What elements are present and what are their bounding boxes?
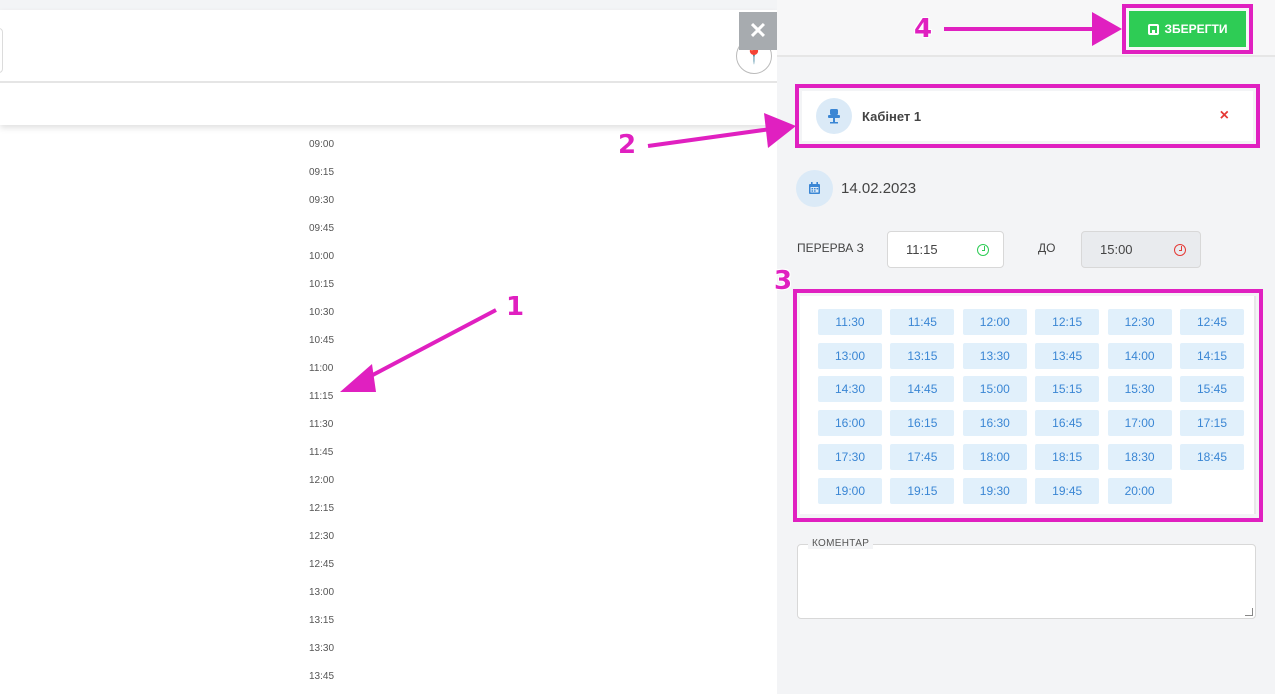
time-label: 10:30 (309, 307, 335, 318)
time-slot-button[interactable]: 14:15 (1180, 342, 1244, 369)
annotation-number-2: 2 (618, 130, 637, 160)
comment-field[interactable]: КОМЕНТАР (797, 538, 1256, 619)
time-slot-button[interactable]: 16:00 (818, 410, 882, 437)
annotation-number-4: 4 (914, 14, 933, 44)
time-slot-button[interactable]: 12:45 (1180, 309, 1244, 335)
time-label: 10:45 (309, 335, 335, 346)
annotation-number-3: 3 (774, 266, 793, 296)
time-label: 13:30 (309, 643, 335, 654)
break-to-label: ДО (1038, 241, 1056, 255)
close-panel-button[interactable]: ✕ (739, 12, 777, 50)
time-label: 11:30 (309, 419, 334, 430)
schedule-area: 📍 ✕ 09:00 09:15 09:30 09:45 10:00 10:15 10:30 1… (0, 0, 777, 694)
time-label: 11:00 (309, 363, 334, 374)
time-slot-button[interactable]: 11:30 (818, 309, 882, 335)
time-label: 13:15 (309, 615, 335, 626)
time-slot-button[interactable]: 15:15 (1035, 376, 1100, 403)
time-slot-button[interactable]: 14:30 (818, 376, 882, 403)
time-slot-button[interactable]: 17:45 (890, 443, 955, 470)
annotation-box-3: 11:30 11:45 12:00 12:15 12:30 12:45 13:00 13:15… (793, 289, 1263, 522)
time-slot-button[interactable]: 18:30 (1107, 443, 1172, 470)
save-icon (1147, 23, 1159, 35)
time-slot-button[interactable]: 18:15 (1035, 443, 1100, 470)
time-slot-button[interactable]: 19:15 (890, 477, 955, 504)
time-slot-button[interactable]: 18:00 (962, 443, 1027, 470)
time-slot-button[interactable]: 19:00 (818, 477, 882, 504)
time-slot-button[interactable]: 11:45 (890, 309, 955, 335)
time-slot-button[interactable]: 19:30 (962, 477, 1027, 504)
calendar-icon (796, 170, 833, 207)
time-slot-button[interactable]: 12:30 (1107, 309, 1172, 335)
time-slot-button[interactable]: 15:00 (962, 376, 1027, 403)
header-divider (0, 81, 777, 83)
time-slot-button[interactable]: 17:00 (1107, 410, 1172, 437)
time-slot-button[interactable]: 12:00 (962, 309, 1027, 335)
break-from-value: 11:15 (906, 242, 938, 257)
time-label: 13:45 (309, 671, 335, 682)
cabinet-name: Кабінет 1 (862, 108, 922, 124)
time-label: 10:00 (309, 251, 335, 262)
break-to-input[interactable]: 15:00 (1081, 231, 1201, 268)
annotation-number-1: 1 (506, 292, 525, 322)
time-label: 09:45 (309, 223, 335, 234)
time-slot-button[interactable]: 13:00 (818, 342, 882, 369)
time-label: 11:15 (309, 391, 334, 402)
time-slot-grid: 11:30 11:45 12:00 12:15 12:30 12:45 13:00 13:15… (800, 296, 1256, 514)
time-slot-button[interactable]: 16:45 (1035, 410, 1100, 437)
time-slot-button[interactable]: 12:15 (1035, 309, 1100, 335)
time-slot-button[interactable]: 19:45 (1035, 477, 1100, 504)
time-label: 13:00 (309, 587, 335, 598)
time-label: 12:45 (309, 559, 335, 570)
save-label: ЗБЕРЕГТИ (1164, 22, 1228, 36)
time-label: 09:30 (309, 195, 335, 206)
resize-handle[interactable] (1245, 608, 1253, 616)
remove-cabinet-icon[interactable]: × (1220, 107, 1229, 125)
time-slot-button[interactable]: 13:30 (962, 342, 1027, 369)
time-label: 12:15 (309, 503, 335, 514)
chair-icon (816, 98, 852, 134)
schedule-header (0, 10, 777, 125)
time-label: 09:15 (309, 167, 335, 178)
time-slot-button[interactable]: 17:30 (818, 443, 882, 470)
break-date: 14.02.2023 (841, 180, 917, 197)
search-input[interactable] (0, 28, 3, 73)
time-slot-button[interactable]: 13:15 (890, 342, 955, 369)
time-label: 10:15 (309, 279, 335, 290)
date-row: 14.02.2023 (796, 170, 916, 207)
break-from-label: ПЕРЕРВА З (797, 241, 864, 255)
top-strip (0, 0, 777, 10)
time-label: 12:00 (309, 475, 335, 486)
time-column: 09:00 09:15 09:30 09:45 10:00 10:15 10:30 10:45… (309, 138, 334, 694)
time-slot-button[interactable]: 16:15 (890, 410, 955, 437)
break-to-value: 15:00 (1100, 242, 1133, 257)
time-slot-button[interactable]: 13:45 (1035, 342, 1100, 369)
time-label: 11:45 (309, 447, 334, 458)
time-slot-button[interactable]: 15:30 (1107, 376, 1172, 403)
time-slot-button[interactable]: 14:00 (1107, 342, 1172, 369)
time-slot-button[interactable]: 16:30 (962, 410, 1027, 437)
save-button[interactable]: ЗБЕРЕГТИ (1129, 11, 1246, 47)
annotation-box-2: Кабінет 1 × (795, 84, 1260, 148)
time-slot-button[interactable]: 18:45 (1180, 443, 1244, 470)
time-slot-button[interactable]: 17:15 (1180, 410, 1244, 437)
cabinet-card: Кабінет 1 × (802, 91, 1253, 141)
comment-label: КОМЕНТАР (808, 538, 874, 549)
time-slot-button[interactable]: 20:00 (1107, 477, 1172, 504)
break-from-input[interactable]: 11:15 (887, 231, 1004, 268)
clock-icon (1174, 243, 1186, 256)
time-slot-button[interactable]: 14:45 (890, 376, 955, 403)
clock-icon (977, 243, 989, 256)
time-label: 12:30 (309, 531, 335, 542)
break-edit-panel: ЗБЕРЕГТИ Кабінет 1 × 14.02.2023 ПЕРЕРВА … (777, 0, 1275, 694)
time-slot-button[interactable]: 15:45 (1180, 376, 1244, 403)
annotation-box-4: ЗБЕРЕГТИ (1122, 4, 1253, 54)
time-label: 09:00 (309, 139, 335, 150)
